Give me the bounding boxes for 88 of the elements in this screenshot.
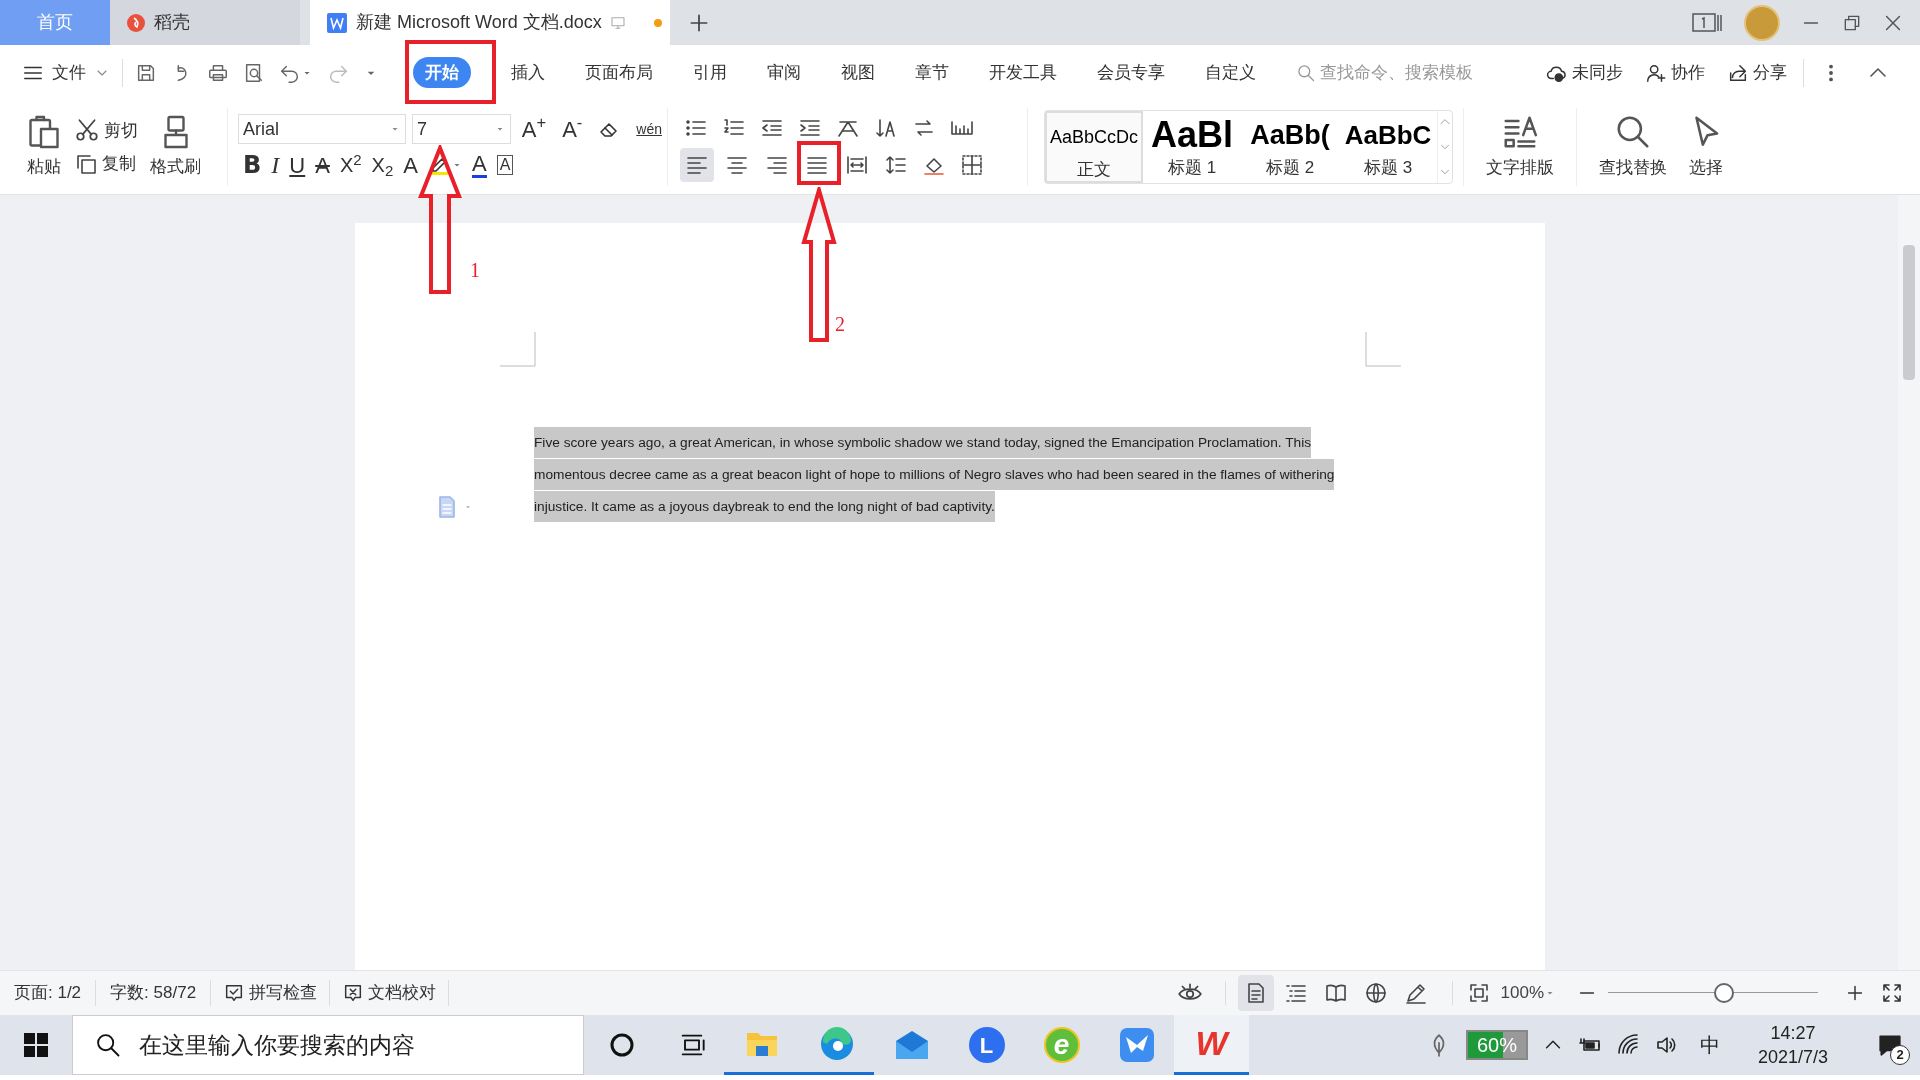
style-preset[interactable]: AaBbCcDc 正文: [1045, 111, 1143, 183]
align-distributed-icon: [845, 153, 869, 177]
circle-icon[interactable]: [609, 1032, 635, 1058]
web-view-icon: [1363, 981, 1388, 1005]
text-effect-button[interactable]: A: [398, 149, 423, 181]
find-replace-button[interactable]: 查找替换: [1577, 108, 1677, 186]
battery-indicator: 60%: [1465, 1030, 1528, 1060]
slider-thumb[interactable]: [1713, 983, 1734, 1003]
tab[interactable]: 新建 Microsoft Word 文档.docx: [310, 0, 670, 45]
fullscreen-icon[interactable]: [1880, 981, 1904, 1005]
annotation-label: 2: [835, 312, 845, 337]
notifications-button[interactable]: 2: [1870, 1025, 1910, 1065]
input-method[interactable]: 中: [1691, 1030, 1728, 1060]
superscript-button[interactable]: X$^{2}$: [334, 149, 367, 181]
shrink-font-button[interactable]: A$^{-}$: [557, 113, 588, 145]
paste-button[interactable]: 粘贴: [26, 114, 62, 180]
menu-tab[interactable]: 开发工具: [989, 56, 1057, 89]
page-count: 页面: 1/2: [0, 980, 97, 1006]
document-logo-icon: [326, 11, 348, 34]
copy-icon: [74, 152, 98, 176]
file-menu[interactable]: 文件: [22, 59, 110, 86]
menu-tab[interactable]: 章节: [915, 56, 949, 89]
window-layout-icon[interactable]: [1692, 11, 1724, 34]
flame-logo-icon: [126, 12, 146, 33]
menu-tab[interactable]: 自定义: [1205, 56, 1256, 89]
taskbar-search-field[interactable]: 在这里输入你要搜索的内容: [72, 1015, 584, 1075]
font-name-dropdown[interactable]: Arial: [238, 114, 406, 144]
cut-button[interactable]: 剪切: [74, 117, 138, 144]
italic-button[interactable]: I: [266, 149, 285, 181]
write-view-icon: [1403, 981, 1428, 1005]
annotation-box: [797, 141, 841, 185]
zoom-slider[interactable]: [1608, 981, 1818, 1005]
style-preset[interactable]: AaBl 标题 1: [1143, 111, 1241, 183]
strikethrough-button[interactable]: A: [310, 149, 335, 181]
menu-tab[interactable]: 视图: [841, 56, 875, 89]
search-icon: [1296, 62, 1316, 83]
menu-tab[interactable]: 审阅: [767, 56, 801, 89]
line-spacing-icon: [884, 153, 908, 177]
envelope-icon: [893, 1029, 930, 1061]
search-icon: [94, 1031, 122, 1059]
borders-icon: [960, 153, 984, 177]
clipboard-icon: [26, 114, 62, 151]
start-menu-icon[interactable]: [23, 1032, 49, 1058]
tab[interactable]: 稻壳: [110, 0, 300, 45]
spell-check-button[interactable]: 拼写检查: [211, 980, 331, 1006]
print-preview-icon[interactable]: [243, 61, 265, 84]
margin-corner-mark: [1365, 332, 1401, 367]
menu-tab[interactable]: 页面布局: [585, 56, 653, 89]
annotation-label: 1: [470, 258, 480, 283]
wifi-icon[interactable]: [1615, 1033, 1640, 1057]
underline-button[interactable]: U: [284, 149, 311, 181]
margin-corner-mark: [500, 332, 536, 367]
proofread-button[interactable]: 文档校对: [330, 980, 450, 1006]
style-preset[interactable]: AaBbC 标题 3: [1339, 111, 1437, 183]
menu-tab[interactable]: 引用: [693, 56, 727, 89]
scissors-icon: [74, 117, 100, 144]
font-size-dropdown[interactable]: 7: [411, 114, 511, 144]
copy-button[interactable]: 复制: [74, 151, 138, 177]
phonetic-guide-button[interactable]: wén: [631, 113, 667, 145]
monitor-icon: [609, 14, 626, 31]
taskbar-app[interactable]: W: [1174, 1015, 1249, 1075]
sync-button[interactable]: 未同步: [1546, 59, 1623, 86]
page-view-button[interactable]: [1237, 975, 1274, 1011]
collaborate-button[interactable]: 协作: [1645, 59, 1705, 86]
grow-font-button[interactable]: A$^{+}$: [516, 113, 552, 145]
text-layout-button[interactable]: 文字排版: [1464, 108, 1577, 186]
share-button[interactable]: 分享: [1727, 59, 1787, 86]
zoom-dropdown[interactable]: 100%: [1500, 980, 1556, 1006]
bird-icon: [1118, 1027, 1155, 1063]
scrollbar-thumb[interactable]: [1903, 245, 1915, 380]
command-search-field[interactable]: 查找命令、搜索模板: [1320, 59, 1500, 86]
menu-tab[interactable]: 插入: [511, 56, 545, 89]
clock[interactable]: 14:27 2021/7/3: [1741, 1021, 1844, 1069]
format-painter-button[interactable]: 格式刷: [150, 114, 201, 180]
select-button[interactable]: 选择: [1677, 108, 1735, 186]
bold-button[interactable]: B: [238, 149, 267, 181]
taskbar-app[interactable]: L: [949, 1015, 1024, 1075]
subscript-button[interactable]: X$_{2}$: [366, 149, 399, 181]
scrollbar[interactable]: [1898, 195, 1920, 970]
menu-tab[interactable]: 会员专享: [1097, 56, 1165, 89]
style-preset[interactable]: AaBb( 标题 2: [1241, 111, 1339, 183]
align-left-button[interactable]: [680, 148, 714, 182]
character-border-button[interactable]: A: [491, 149, 519, 181]
wave-circle-icon: [818, 1025, 855, 1062]
menu-tab[interactable]: 开始: [413, 56, 471, 89]
sort-icon: [874, 116, 898, 140]
word-count: 字数: 58/72: [96, 980, 212, 1006]
font-color-button[interactable]: A: [466, 149, 492, 181]
